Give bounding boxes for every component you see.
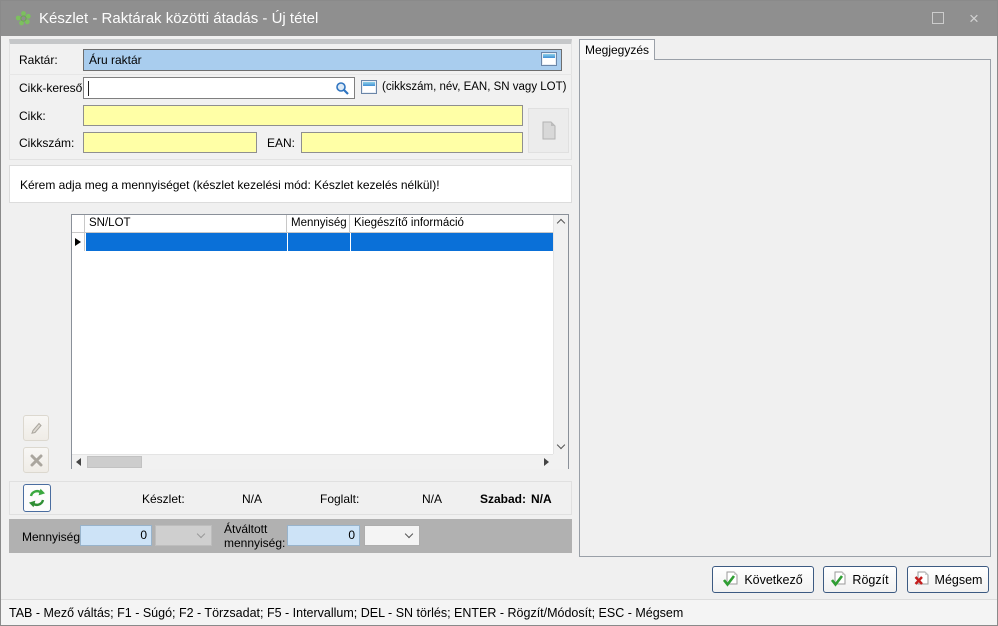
cancel-button-label: Mégsem [935, 573, 983, 587]
chevron-down-icon [405, 530, 413, 538]
search-icon[interactable] [335, 81, 350, 96]
edit-row-button[interactable] [23, 415, 49, 441]
item-number-field[interactable] [83, 132, 257, 153]
pencil-icon [29, 421, 43, 435]
table-hscroll-thumb[interactable] [87, 456, 142, 468]
reserved-label: Foglalt: [320, 492, 359, 506]
item-search-label: Cikk-kereső: [19, 81, 86, 95]
scroll-up-icon[interactable] [557, 219, 565, 227]
converted-unit-dropdown[interactable] [364, 525, 420, 546]
quantity-unit-dropdown[interactable] [155, 525, 212, 546]
scroll-right-icon[interactable] [544, 458, 549, 466]
column-header-mennyiseg[interactable]: Mennyiség [287, 215, 350, 233]
selected-row-cell-mennyiseg[interactable] [288, 233, 350, 251]
converted-quantity-input[interactable]: 0 [287, 525, 360, 546]
close-button[interactable]: × [959, 9, 989, 29]
row-pointer-icon [75, 238, 81, 246]
warehouse-lookup-icon[interactable] [541, 52, 557, 66]
next-button-label: Következő [744, 573, 802, 587]
table-scroll-corner [553, 454, 568, 469]
check-document-icon [723, 571, 738, 588]
document-icon [541, 121, 557, 140]
selected-row-indicator-cell [72, 233, 85, 251]
item-name-label: Cikk: [19, 109, 46, 123]
dialog-window: Készlet - Raktárak közötti átadás - Új t… [0, 0, 998, 626]
column-header-kiegeszito[interactable]: Kiegészítő információ [350, 215, 555, 233]
table-vertical-scrollbar[interactable] [553, 215, 568, 454]
quantity-input[interactable]: 0 [80, 525, 152, 546]
cross-document-icon [914, 571, 929, 588]
scroll-left-icon[interactable] [76, 458, 81, 466]
snlot-table[interactable]: SN/LOT Mennyiség Kiegészítő információ [71, 214, 569, 469]
warehouse-label: Raktár: [19, 53, 58, 67]
item-document-button[interactable] [528, 108, 569, 153]
ean-field[interactable] [301, 132, 523, 153]
item-search-input[interactable] [83, 77, 355, 99]
close-icon: × [969, 9, 979, 28]
free-label: Szabad: [480, 492, 526, 506]
divider [9, 74, 572, 75]
maximize-icon [932, 12, 944, 24]
save-button[interactable]: Rögzít [823, 566, 897, 593]
table-horizontal-scrollbar[interactable] [72, 454, 555, 469]
item-search-lookup-icon[interactable] [361, 80, 377, 94]
quantity-panel: Mennyiség: 0 Átváltott mennyiség: 0 [9, 519, 572, 553]
selected-row-cell-kiegeszito[interactable] [351, 233, 555, 251]
check-document-icon [831, 571, 846, 588]
status-bar: TAB - Mező váltás; F1 - Súgó; F2 - Törzs… [1, 599, 998, 626]
refresh-stock-button[interactable] [23, 484, 51, 512]
refresh-icon [27, 488, 47, 508]
cancel-button[interactable]: Mégsem [907, 566, 989, 593]
converted-quantity-label: Átváltott mennyiség: [224, 522, 286, 550]
selected-row-cell-snlot[interactable] [86, 233, 287, 251]
message-panel: Kérem adja meg a mennyiséget (készlet ke… [9, 165, 572, 203]
ean-label: EAN: [267, 136, 295, 150]
save-button-label: Rögzít [852, 573, 888, 587]
item-name-field[interactable] [83, 105, 523, 126]
free-value: N/A [531, 492, 552, 506]
item-number-label: Cikkszám: [19, 136, 74, 150]
stock-label: Készlet: [142, 492, 185, 506]
delete-row-button[interactable] [23, 447, 49, 473]
tab-megjegyzes[interactable]: Megjegyzés [579, 39, 655, 60]
maximize-button[interactable] [924, 9, 954, 29]
app-icon [15, 10, 32, 27]
status-bar-text: TAB - Mező váltás; F1 - Súgó; F2 - Törzs… [9, 606, 683, 620]
chevron-down-icon [197, 530, 205, 538]
stock-value: N/A [242, 492, 262, 506]
instruction-message: Kérem adja meg a mennyiséget (készlet ke… [20, 178, 440, 192]
delete-x-icon [30, 454, 43, 467]
title-bar[interactable]: Készlet - Raktárak közötti átadás - Új t… [1, 1, 998, 36]
reserved-value: N/A [422, 492, 442, 506]
next-button[interactable]: Következő [712, 566, 814, 593]
item-search-hint: (cikkszám, név, EAN, SN vagy LOT) [382, 81, 566, 93]
window-title: Készlet - Raktárak közötti átadás - Új t… [39, 10, 318, 27]
stock-info-panel: Készlet: N/A Foglalt: N/A Szabad: N/A [9, 481, 572, 515]
quantity-label: Mennyiség: [22, 530, 83, 544]
warehouse-field[interactable]: Áru raktár [83, 49, 562, 71]
note-editor-frame [579, 59, 991, 557]
text-caret [88, 81, 89, 96]
scroll-down-icon[interactable] [557, 441, 565, 449]
row-indicator-header [72, 215, 85, 233]
column-header-snlot[interactable]: SN/LOT [85, 215, 287, 233]
